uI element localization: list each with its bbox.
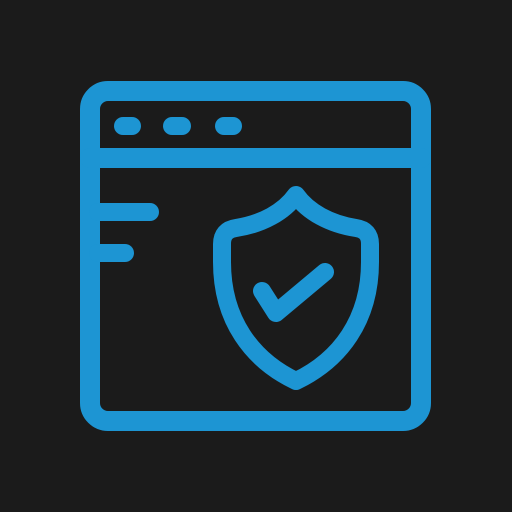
checkmark-icon xyxy=(253,263,334,322)
icon-canvas xyxy=(0,0,512,512)
secure-browser-window-icon xyxy=(80,81,431,431)
